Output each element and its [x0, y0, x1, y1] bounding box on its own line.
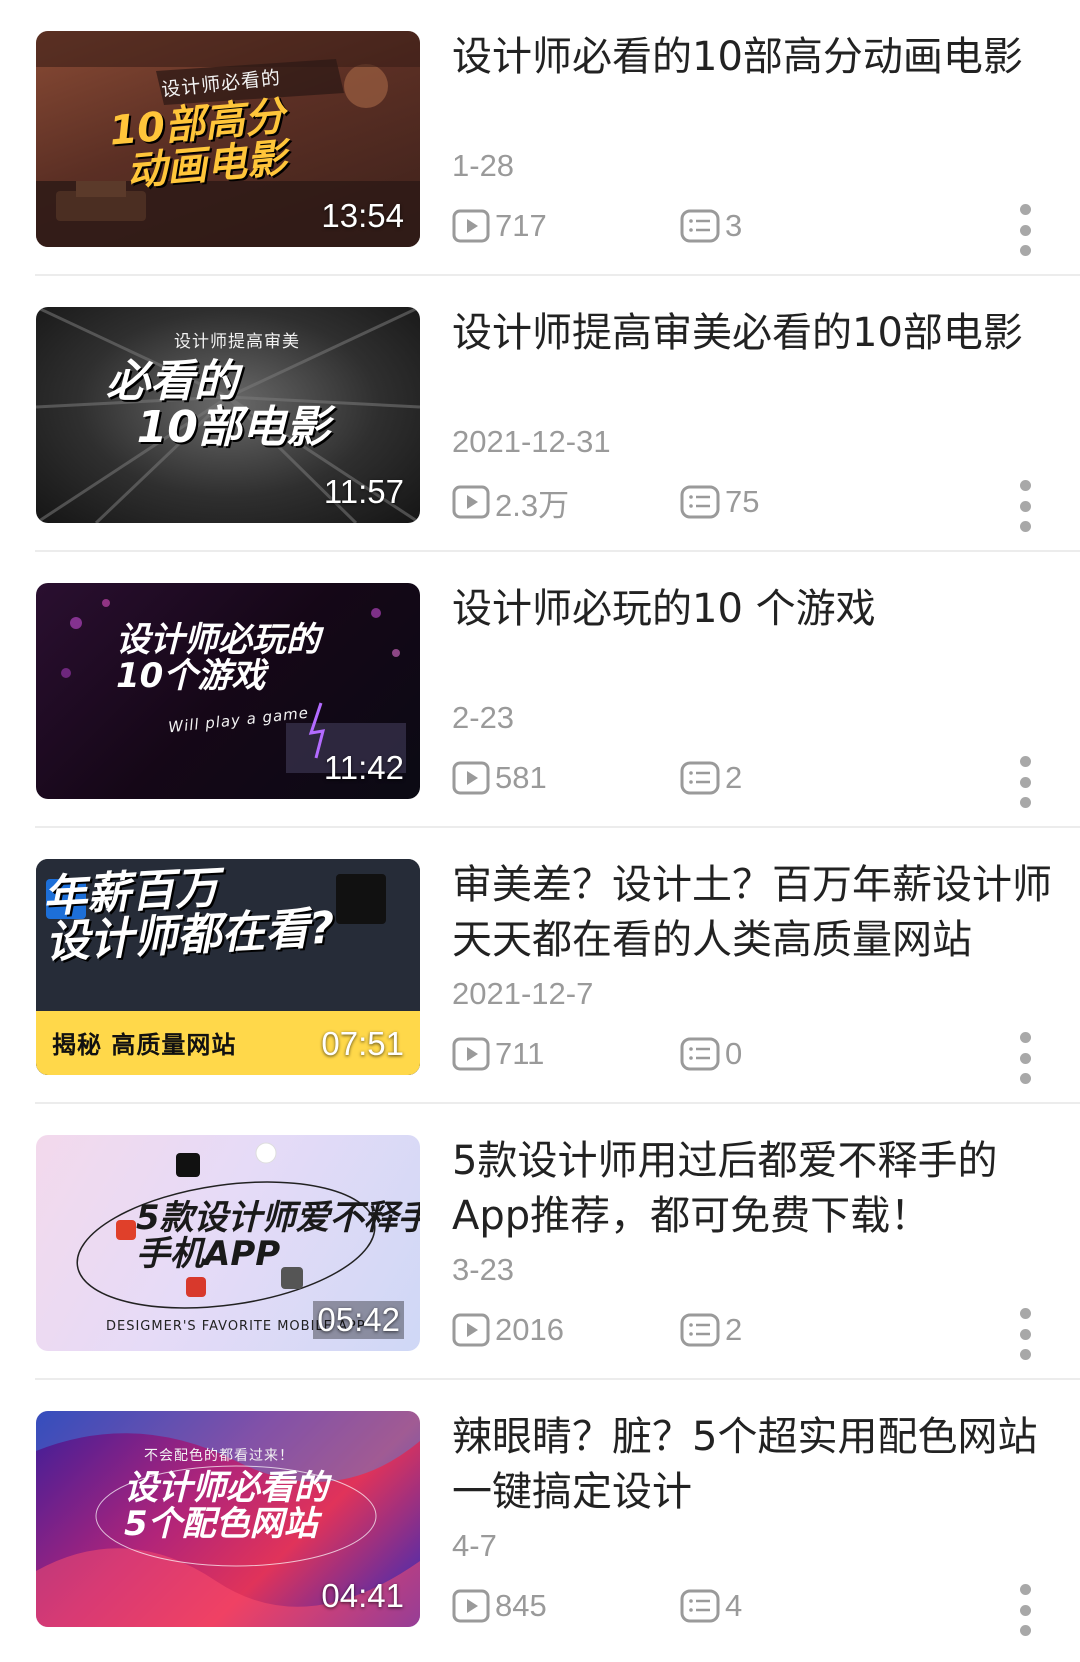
- video-date: 1-28: [452, 148, 515, 183]
- play-icon: [452, 761, 490, 795]
- comment-count: 2: [680, 1310, 742, 1350]
- play-icon: [452, 1589, 490, 1623]
- comment-icon: [680, 1313, 720, 1347]
- video-duration: 05:42: [313, 1301, 404, 1339]
- comment-count-value: 2: [725, 760, 743, 795]
- view-count: 581: [452, 758, 547, 798]
- video-title[interactable]: 设计师提高审美必看的10部电影: [452, 306, 1052, 361]
- more-vertical-icon: [1019, 756, 1031, 767]
- video-title[interactable]: 辣眼睛？脏？5个超实用配色网站一键搞定设计: [452, 1410, 1052, 1520]
- video-title[interactable]: 审美差？设计土？百万年薪设计师天天都在看的人类高质量网站: [452, 858, 1052, 968]
- thumbnail-headline: 设计师必看的 5个配色网站: [124, 1468, 328, 1544]
- comment-count-value: 3: [725, 208, 743, 243]
- video-duration: 04:41: [321, 1577, 404, 1614]
- video-item[interactable]: 不会配色的都看过来！ 设计师必看的 5个配色网站 04:41 辣眼睛？脏？5个超…: [0, 1380, 1080, 1656]
- play-icon: [452, 1313, 490, 1347]
- view-count-value: 2.3万: [495, 487, 570, 523]
- comment-count: 0: [680, 1034, 742, 1074]
- more-options-button[interactable]: [1010, 1584, 1040, 1636]
- more-vertical-icon: [1019, 204, 1031, 215]
- video-thumbnail[interactable]: 设计师必看的 10部高分 动画电影 13:54: [36, 31, 420, 247]
- video-item[interactable]: 设计师提高审美 必看的 10部电影 11:57 设计师提高审美必看的10部电影 …: [0, 276, 1080, 552]
- more-vertical-icon: [1019, 1308, 1031, 1319]
- video-item[interactable]: 设计师必玩的 10个游戏 Will play a game 11:42 设计师必…: [0, 552, 1080, 828]
- comment-icon: [680, 761, 720, 795]
- more-vertical-icon-dot: [1019, 224, 1031, 236]
- comment-count: 2: [680, 758, 742, 798]
- comment-icon: [680, 209, 720, 243]
- more-vertical-icon: [1019, 480, 1031, 491]
- thumbnail-subtitle: 揭秘 高质量网站: [52, 1031, 237, 1059]
- video-item[interactable]: 年薪百万 设计师都在看? 揭秘 高质量网站 07:51 审美差？设计土？百万年薪…: [0, 828, 1080, 1104]
- comment-count: 75: [680, 482, 759, 522]
- view-count-value: 711: [495, 1036, 545, 1071]
- comment-count-value: 0: [725, 1036, 743, 1071]
- more-vertical-icon-dot: [1019, 521, 1031, 532]
- comment-count: 4: [680, 1586, 742, 1626]
- video-title[interactable]: 设计师必玩的10 个游戏: [452, 582, 1052, 637]
- comment-count-value: 4: [725, 1588, 743, 1623]
- comment-icon: [680, 485, 720, 519]
- play-icon: [452, 209, 490, 243]
- video-thumbnail[interactable]: 不会配色的都看过来！ 设计师必看的 5个配色网站 04:41: [36, 1411, 420, 1627]
- view-count: 711: [452, 1034, 544, 1074]
- more-vertical-icon-dot: [1019, 797, 1031, 808]
- video-item[interactable]: 5款设计师爱不释手的 手机APP DESIGMER'S FAVORITE MOB…: [0, 1104, 1080, 1380]
- view-count-value: 2016: [495, 1312, 564, 1347]
- video-duration: 11:42: [323, 749, 404, 786]
- video-title[interactable]: 设计师必看的10部高分动画电影: [452, 30, 1052, 85]
- view-count-value: 581: [495, 760, 547, 795]
- video-item[interactable]: 设计师必看的 10部高分 动画电影 13:54 设计师必看的10部高分动画电影 …: [0, 0, 1080, 276]
- more-vertical-icon-dot: [1019, 1073, 1031, 1084]
- video-duration: 11:57: [323, 473, 404, 510]
- thumbnail-headline: 必看的 10部电影: [106, 356, 330, 454]
- video-title[interactable]: 5款设计师用过后都爱不释手的App推荐，都可免费下载！: [452, 1134, 1052, 1244]
- view-count: 2016: [452, 1310, 564, 1350]
- more-vertical-icon-dot: [1019, 1052, 1031, 1064]
- more-options-button[interactable]: [1010, 204, 1040, 256]
- more-vertical-icon-dot: [1019, 1625, 1031, 1636]
- more-vertical-icon-dot: [1019, 500, 1031, 512]
- video-date: 2-23: [452, 700, 515, 735]
- video-thumbnail[interactable]: 设计师必玩的 10个游戏 Will play a game 11:42: [36, 583, 420, 799]
- comment-icon: [680, 1037, 720, 1071]
- view-count: 2.3万: [452, 482, 570, 523]
- video-date: 2021-12-7: [452, 976, 594, 1011]
- comment-count-value: 75: [725, 484, 760, 519]
- thumbnail-subtitle: 不会配色的都看过来！: [144, 1448, 294, 1464]
- video-duration: 13:54: [321, 197, 404, 234]
- video-thumbnail[interactable]: 年薪百万 设计师都在看? 揭秘 高质量网站 07:51: [36, 859, 420, 1075]
- video-date: 4-7: [452, 1528, 497, 1563]
- more-vertical-icon-dot: [1019, 776, 1031, 788]
- comment-icon: [680, 1589, 720, 1623]
- more-vertical-icon-dot: [1019, 1349, 1031, 1360]
- more-vertical-icon: [1019, 1032, 1031, 1043]
- thumbnail-headline: 年薪百万 设计师都在看?: [41, 862, 336, 969]
- thumbnail-headline: 设计师必玩的 10个游戏: [116, 620, 320, 696]
- view-count-value: 717: [495, 208, 547, 243]
- thumbnail-headline: 5款设计师爱不释手的 手机APP: [136, 1198, 420, 1274]
- view-count-value: 845: [495, 1588, 547, 1623]
- comment-count-value: 2: [725, 1312, 743, 1347]
- view-count: 717: [452, 206, 547, 246]
- more-vertical-icon-dot: [1019, 1604, 1031, 1616]
- more-vertical-icon: [1019, 1584, 1031, 1595]
- more-options-button[interactable]: [1010, 756, 1040, 808]
- play-icon: [452, 1037, 490, 1071]
- video-date: 3-23: [452, 1252, 515, 1287]
- comment-count: 3: [680, 206, 742, 246]
- thumbnail-subtitle: 设计师提高审美: [174, 332, 300, 352]
- video-thumbnail[interactable]: 5款设计师爱不释手的 手机APP DESIGMER'S FAVORITE MOB…: [36, 1135, 420, 1351]
- play-icon: [452, 485, 490, 519]
- more-options-button[interactable]: [1010, 1308, 1040, 1360]
- more-options-button[interactable]: [1010, 1032, 1040, 1084]
- thumbnail-headline: 10部高分 动画电影: [107, 93, 289, 197]
- video-duration: 07:51: [321, 1025, 404, 1062]
- view-count: 845: [452, 1586, 547, 1626]
- video-thumbnail[interactable]: 设计师提高审美 必看的 10部电影 11:57: [36, 307, 420, 523]
- more-vertical-icon-dot: [1019, 1328, 1031, 1340]
- more-vertical-icon-dot: [1019, 245, 1031, 256]
- video-date: 2021-12-31: [452, 424, 611, 459]
- more-options-button[interactable]: [1010, 480, 1040, 532]
